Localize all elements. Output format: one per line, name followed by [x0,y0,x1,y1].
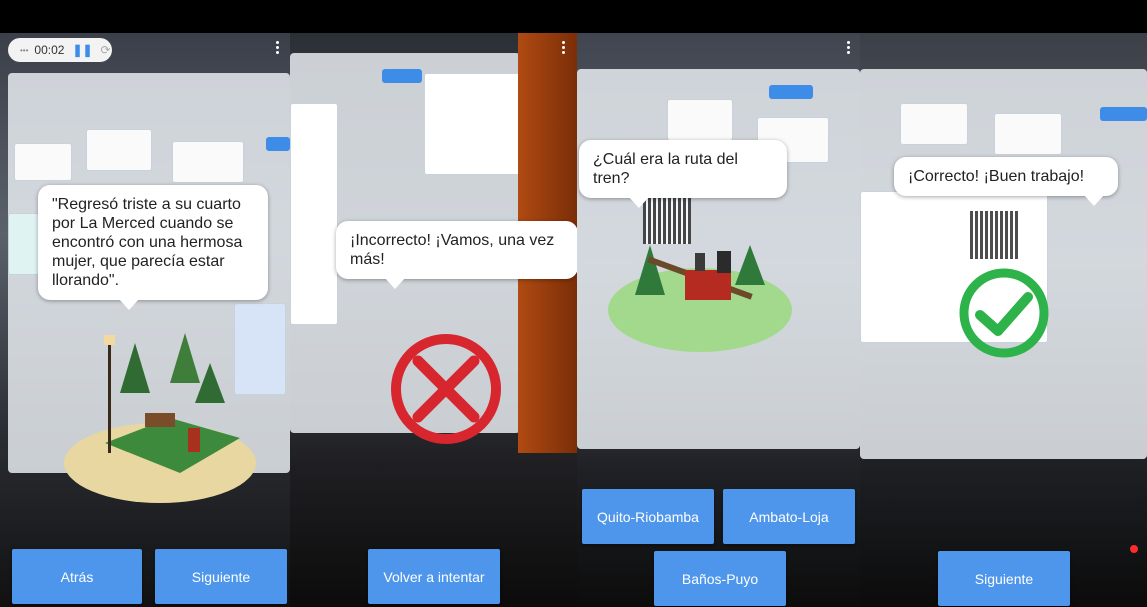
question-speech-bubble: ¿Cuál era la ruta del tren? [579,140,787,208]
correct-text: ¡Correcto! ¡Buen trabajo! [908,168,1085,185]
next-button[interactable]: Siguiente [155,549,287,604]
feedback-speech-bubble: ¡Incorrecto! ¡Vamos, una vez más! [336,221,577,289]
incorrect-text: ¡Incorrecto! ¡Vamos, una vez más! [350,232,555,268]
background-add-button [1100,107,1147,121]
screen-recorder-bar: ••• 00:02 ❚❚ ⟳ [8,38,112,62]
qr-code [970,211,1018,259]
background-add-button [382,69,422,83]
option-quito-riobamba-button[interactable]: Quito-Riobamba [582,489,714,544]
background-card [86,129,152,171]
background-card [994,113,1062,155]
more-options-icon[interactable] [276,41,279,54]
next-button[interactable]: Siguiente [938,551,1070,606]
ar-panel-correct: ¡Correcto! ¡Buen trabajo! Siguiente [860,33,1147,607]
stop-icon[interactable]: ⟳ [101,43,111,57]
ar-panel-incorrect: ¡Incorrecto! ¡Vamos, una vez más! Volver… [290,33,577,607]
wrong-answer-icon [391,334,501,444]
option-banos-puyo-button[interactable]: Baños-Puyo [654,551,786,606]
background-add-button [266,137,290,151]
pause-icon[interactable]: ❚❚ [72,43,92,57]
red-led [1130,545,1138,553]
background-share-dialog [290,103,338,325]
story-text: "Regresó triste a su cuarto por La Merce… [52,196,243,289]
retry-button[interactable]: Volver a intentar [368,549,500,604]
background-card [900,103,968,145]
top-black-bar [0,0,290,33]
feedback-speech-bubble: ¡Correcto! ¡Buen trabajo! [894,157,1118,206]
ar-panel-story: "Regresó triste a su cuarto por La Merce… [0,33,290,607]
correct-answer-icon [959,268,1049,358]
more-options-icon[interactable] [847,41,850,54]
background-add-button [769,85,813,99]
train-diorama-model [608,245,792,352]
top-black-bar [290,0,1147,33]
question-text: ¿Cuál era la ruta del tren? [593,151,738,187]
option-ambato-loja-button[interactable]: Ambato-Loja [723,489,855,544]
story-speech-bubble: "Regresó triste a su cuarto por La Merce… [38,185,268,310]
ar-panel-question: ¿Cuál era la ruta del tren? Quito-Riobam… [577,33,860,607]
back-button[interactable]: Atrás [12,549,142,604]
recording-dots-icon: ••• [20,45,29,55]
recording-time: 00:02 [34,43,65,57]
background-card [14,143,72,181]
background-card [172,141,244,183]
background-card [667,99,733,141]
park-diorama-model [64,333,256,503]
more-options-icon[interactable] [562,41,565,54]
